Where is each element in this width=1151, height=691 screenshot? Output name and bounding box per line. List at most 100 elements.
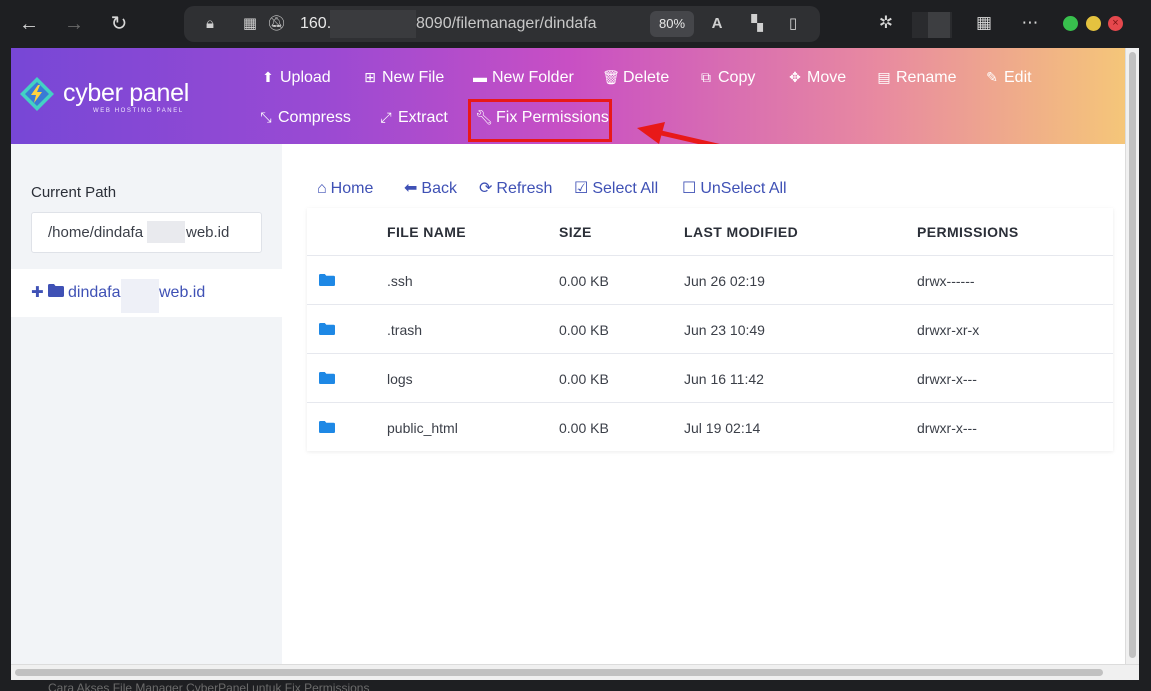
new-file-label: New File: [382, 69, 445, 86]
back-arrow-icon[interactable]: ←: [15, 10, 43, 38]
move-button[interactable]: ✥ Move: [786, 64, 846, 90]
forward-arrow-icon[interactable]: →: [60, 10, 88, 38]
back-label: Back: [421, 180, 457, 197]
extensions-icon[interactable]: ✲: [875, 12, 897, 34]
window-maximize-button[interactable]: [1086, 16, 1101, 31]
upload-icon: ⬆: [262, 69, 274, 85]
current-path-field[interactable]: /home/dindafa web.id: [31, 212, 262, 253]
expand-plus-icon[interactable]: ✚: [31, 284, 44, 302]
edit-button[interactable]: ✎ Edit: [983, 64, 1032, 90]
page-info-icon[interactable]: ▦: [241, 15, 259, 33]
more-menu-icon[interactable]: ⋯: [1019, 12, 1041, 34]
window-close-button[interactable]: ×: [1108, 16, 1123, 31]
file-table: FILE NAME SIZE LAST MODIFIED PERMISSIONS…: [307, 208, 1113, 451]
table-row[interactable]: .ssh 0.00 KB Jun 26 02:19 drwx------: [307, 255, 1113, 304]
profile-avatar[interactable]: [912, 12, 952, 38]
table-row[interactable]: public_html 0.00 KB Jul 19 02:14 drwxr-x…: [307, 402, 1113, 451]
column-header-file-name[interactable]: FILE NAME: [387, 224, 466, 240]
arrow-left-icon: ⬅: [404, 180, 418, 197]
fix-permissions-highlight-box: [468, 99, 612, 142]
file-modified: Jun 16 11:42: [684, 371, 764, 387]
file-name[interactable]: logs: [387, 371, 413, 387]
background-caption-text: Cara Akses File Manager CyberPanel untuk…: [48, 681, 370, 691]
edit-icon: ✎: [986, 69, 998, 85]
column-header-last-modified[interactable]: LAST MODIFIED: [684, 224, 798, 240]
table-row[interactable]: .trash 0.00 KB Jun 23 10:49 drwxr-xr-x: [307, 304, 1113, 353]
file-name[interactable]: public_html: [387, 420, 458, 436]
copy-button[interactable]: ⧉ Copy: [697, 64, 755, 90]
select-all-label: Select All: [592, 180, 659, 197]
address-bar[interactable]: 🔒︎ ▦ 🔕︎ 160. 8090/filemanager/dindafa 80…: [184, 6, 820, 42]
page-viewport: cyber panel WEB HOSTING PANEL ⬆ Upload ⊞ N…: [11, 48, 1125, 664]
new-folder-label: New Folder: [492, 69, 574, 86]
zoom-level-badge[interactable]: 80%: [650, 11, 694, 37]
home-label: Home: [330, 180, 374, 197]
tree-item-name: dindafa: [68, 284, 121, 301]
compress-label: Compress: [278, 109, 351, 126]
translate-icon[interactable]: A: [708, 15, 726, 33]
trash-icon: 🗑︎: [602, 69, 620, 85]
rename-button[interactable]: ▤ Rename: [875, 64, 956, 90]
table-row[interactable]: logs 0.00 KB Jun 16 11:42 drwxr-x---: [307, 353, 1113, 402]
url-redaction: [330, 10, 416, 38]
path-redaction: [147, 221, 185, 243]
file-name[interactable]: .trash: [387, 322, 422, 338]
folder-icon: [319, 323, 335, 335]
select-all-button[interactable]: ☑ Select All: [574, 178, 658, 200]
copy-icon: ⧉: [701, 69, 711, 85]
extract-label: Extract: [398, 109, 448, 126]
split-screen-icon[interactable]: ▚: [748, 15, 766, 33]
delete-button[interactable]: 🗑︎ Delete: [602, 64, 669, 90]
file-permissions: drwxr-x---: [917, 420, 977, 436]
url-host: 160.: [300, 15, 332, 32]
unselect-all-label: UnSelect All: [700, 180, 787, 197]
compress-button[interactable]: ⤡ Compress: [257, 104, 351, 130]
horizontal-scroll-thumb[interactable]: [15, 669, 1103, 676]
refresh-icon: ⟳: [479, 180, 493, 197]
edit-label: Edit: [1004, 69, 1032, 86]
file-name[interactable]: .ssh: [387, 273, 413, 289]
upload-button[interactable]: ⬆ Upload: [259, 64, 331, 90]
browser-chrome: ← → ↻ 🔒︎ ▦ 🔕︎ 160. 8090/filemanager/dind…: [0, 0, 1151, 48]
column-header-size[interactable]: SIZE: [559, 224, 592, 240]
new-file-button[interactable]: ⊞ New File: [361, 64, 444, 90]
vertical-scroll-thumb[interactable]: [1129, 52, 1136, 658]
reload-icon[interactable]: ↻: [105, 10, 133, 38]
upload-label: Upload: [280, 69, 331, 86]
cyberpanel-logo[interactable]: cyber panel WEB HOSTING PANEL: [19, 76, 219, 118]
file-modified: Jun 26 02:19: [684, 273, 765, 289]
file-permissions: drwxr-xr-x: [917, 322, 980, 338]
compress-icon: ⤡: [260, 109, 272, 125]
sidebar: Current Path /home/dindafa web.id ✚ dind…: [11, 144, 282, 664]
plus-square-icon: ⊞: [364, 69, 376, 85]
vertical-scrollbar[interactable]: [1125, 48, 1139, 664]
window-minimize-button[interactable]: [1063, 16, 1078, 31]
extract-button[interactable]: ⤢ Extract: [377, 104, 448, 130]
checkbox-checked-icon: ☑: [574, 180, 589, 197]
tree-folder-icon: [48, 284, 64, 302]
apps-grid-icon[interactable]: ▦: [973, 12, 995, 34]
copy-label: Copy: [718, 69, 756, 86]
file-permissions: drwxr-x---: [917, 371, 977, 387]
move-icon: ✥: [789, 69, 801, 85]
horizontal-scrollbar[interactable]: [11, 664, 1139, 680]
folder-icon: [319, 274, 335, 286]
file-list-panel: ⌂ Home ⬅ Back ⟳ Refresh ☑ Select All ☐ UnSele…: [282, 144, 1125, 664]
file-icon: ▤: [877, 69, 891, 85]
tree-item-domain[interactable]: ✚ dindafa web.id: [11, 269, 282, 317]
logo-text: cyber panel: [63, 79, 189, 107]
back-button[interactable]: ⬅ Back: [404, 178, 457, 200]
bookmark-icon[interactable]: ▯: [784, 15, 802, 33]
folder-icon: [319, 372, 335, 384]
delete-label: Delete: [623, 69, 670, 86]
new-folder-button[interactable]: ▬ New Folder: [471, 64, 574, 90]
refresh-button[interactable]: ⟳ Refresh: [479, 178, 552, 200]
lock-icon[interactable]: 🔒︎: [201, 15, 219, 33]
unselect-all-button[interactable]: ☐ UnSelect All: [682, 178, 787, 200]
folder-icon: ▬: [473, 69, 487, 85]
column-header-permissions[interactable]: PERMISSIONS: [917, 224, 1019, 240]
logo-subtitle: WEB HOSTING PANEL: [93, 108, 184, 114]
home-button[interactable]: ⌂ Home: [317, 178, 373, 200]
notifications-off-icon[interactable]: 🔕︎: [267, 15, 286, 33]
current-path-prefix: /home/dindafa: [48, 224, 144, 241]
